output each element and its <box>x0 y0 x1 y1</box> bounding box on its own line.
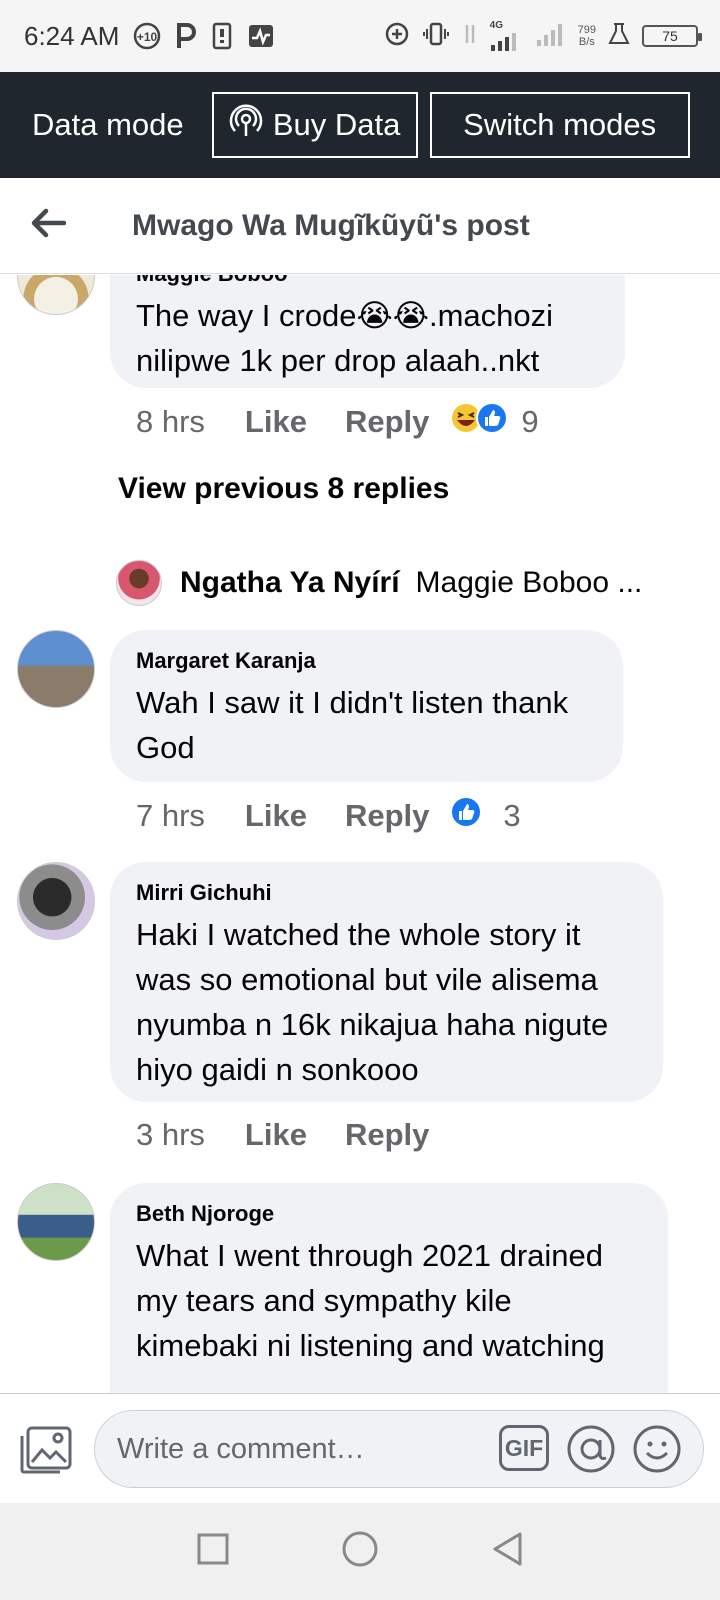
comment-author[interactable]: Beth Njoroge <box>136 1201 642 1227</box>
back-button[interactable] <box>0 178 96 274</box>
comment-author[interactable]: Maggie Boboo <box>136 275 599 287</box>
smiley-icon <box>631 1425 683 1479</box>
reply-button[interactable]: Reply <box>345 1117 429 1153</box>
comments-feed[interactable]: Maggie Boboo The way I crode😭😭.machozi n… <box>0 275 720 1393</box>
arrow-left-icon <box>30 208 67 243</box>
data-mode-label: Data mode <box>32 107 184 142</box>
reactions-summary[interactable]: 9 <box>449 401 539 443</box>
status-right-group: 4G 799 B/s 75 <box>384 0 702 72</box>
like-react-icon <box>475 401 509 443</box>
avatar-mirri-gichuhi[interactable] <box>17 862 95 940</box>
avatar-maggie-boboo[interactable] <box>17 275 95 315</box>
buy-data-label: Buy Data <box>272 107 401 142</box>
comment-text: What I went through 2021 drained my tear… <box>136 1238 605 1363</box>
mention-button[interactable] <box>565 1423 617 1480</box>
reply-button[interactable]: Reply <box>345 404 429 440</box>
photo-icon <box>18 1426 74 1480</box>
data-arrows-icon <box>462 21 478 52</box>
network-speed-value: 799 <box>577 24 596 36</box>
reaction-count: 9 <box>521 404 539 439</box>
comment-actions: 7 hrs Like Reply 3 <box>136 795 531 837</box>
avatar-beth-njoroge[interactable] <box>17 1183 95 1261</box>
comment-bubble[interactable]: Mirri Gichuhi Haki I watched the whole s… <box>110 862 663 1102</box>
comment-actions: 8 hrs Like Reply 9 <box>136 401 549 443</box>
comment-actions: 3 hrs Like Reply <box>136 1117 467 1153</box>
svg-text:+10: +10 <box>137 30 158 44</box>
circle-icon <box>341 1530 379 1573</box>
at-sign-icon <box>565 1425 617 1479</box>
vibrate-icon <box>422 21 450 52</box>
status-bar: 6:24 AM +10 4G 799 B/s 75 <box>0 0 720 72</box>
comment-bubble[interactable]: Beth Njoroge What I went through 2021 dr… <box>110 1183 668 1393</box>
comment-text: The way I crode😭😭.machozi nilipwe 1k per… <box>136 298 554 378</box>
post-header: Mwago Wa Mugĩkũyũ's post <box>0 178 720 274</box>
comment-time[interactable]: 8 hrs <box>136 404 205 440</box>
data-saver-icon <box>384 21 410 52</box>
like-button[interactable]: Like <box>245 798 307 834</box>
like-button[interactable]: Like <box>245 404 307 440</box>
plus-ten-icon: +10 <box>133 22 161 50</box>
avatar-margaret-karanja[interactable] <box>17 630 95 708</box>
reactions-summary[interactable]: 3 <box>449 795 521 837</box>
triangle-back-icon <box>490 1530 524 1573</box>
reaction-count: 3 <box>503 798 521 833</box>
comment-author[interactable]: Mirri Gichuhi <box>136 880 637 906</box>
reply-author[interactable]: Ngatha Ya Nyírí <box>180 566 400 600</box>
home-button[interactable] <box>330 1522 390 1582</box>
gif-button[interactable]: GIF <box>499 1425 549 1471</box>
network-type: 4G <box>489 20 503 31</box>
page-title: Mwago Wa Mugĩkũyũ's post <box>132 208 530 242</box>
comment-text: Haki I watched the whole story it was so… <box>136 917 609 1087</box>
reply-button[interactable]: Reply <box>345 798 429 834</box>
buy-data-button[interactable]: Buy Data <box>211 92 418 158</box>
comment-text: Wah I saw it I didn't listen thank God <box>136 685 569 765</box>
photo-button[interactable] <box>18 1424 74 1481</box>
sim-card-icon <box>211 22 233 50</box>
comment-time[interactable]: 3 hrs <box>136 1117 205 1153</box>
signal-2-icon <box>536 22 566 51</box>
like-react-icon <box>449 795 483 837</box>
comment-input[interactable] <box>117 1411 487 1487</box>
broadcast-icon <box>229 104 263 146</box>
view-previous-replies-link[interactable]: View previous 8 replies <box>118 472 449 506</box>
comment-bubble[interactable]: Maggie Boboo The way I crode😭😭.machozi n… <box>110 275 625 388</box>
comment-input-box[interactable]: GIF <box>94 1410 704 1488</box>
activity-icon <box>247 22 275 50</box>
status-time: 6:24 AM <box>24 20 120 51</box>
switch-modes-button[interactable]: Switch modes <box>429 92 690 158</box>
like-button[interactable]: Like <box>245 1117 307 1153</box>
reply-preview[interactable]: Ngatha Ya Nyírí Maggie Boboo ... <box>116 560 642 606</box>
comment-bubble[interactable]: Margaret Karanja Wah I saw it I didn't l… <box>110 630 623 782</box>
comment-composer: GIF <box>0 1393 720 1503</box>
network-speed: 799 B/s <box>578 24 596 48</box>
recents-button[interactable] <box>183 1522 243 1582</box>
reply-snippet: Maggie Boboo ... <box>415 566 643 599</box>
avatar-ngatha[interactable] <box>116 560 162 606</box>
battery-indicator: 75 <box>642 25 702 47</box>
square-icon <box>196 1532 230 1571</box>
network-speed-unit: B/s <box>578 36 595 48</box>
back-nav-button[interactable] <box>477 1522 537 1582</box>
comment-author[interactable]: Margaret Karanja <box>136 648 597 674</box>
data-mode-bar: Data mode Buy Data Switch modes <box>0 72 720 178</box>
emoji-button[interactable] <box>631 1423 683 1480</box>
system-nav-bar <box>0 1503 720 1600</box>
signal-4g-icon: 4G <box>490 21 524 51</box>
parking-icon <box>175 22 197 50</box>
comment-time[interactable]: 7 hrs <box>136 798 205 834</box>
flask-icon <box>608 22 630 51</box>
